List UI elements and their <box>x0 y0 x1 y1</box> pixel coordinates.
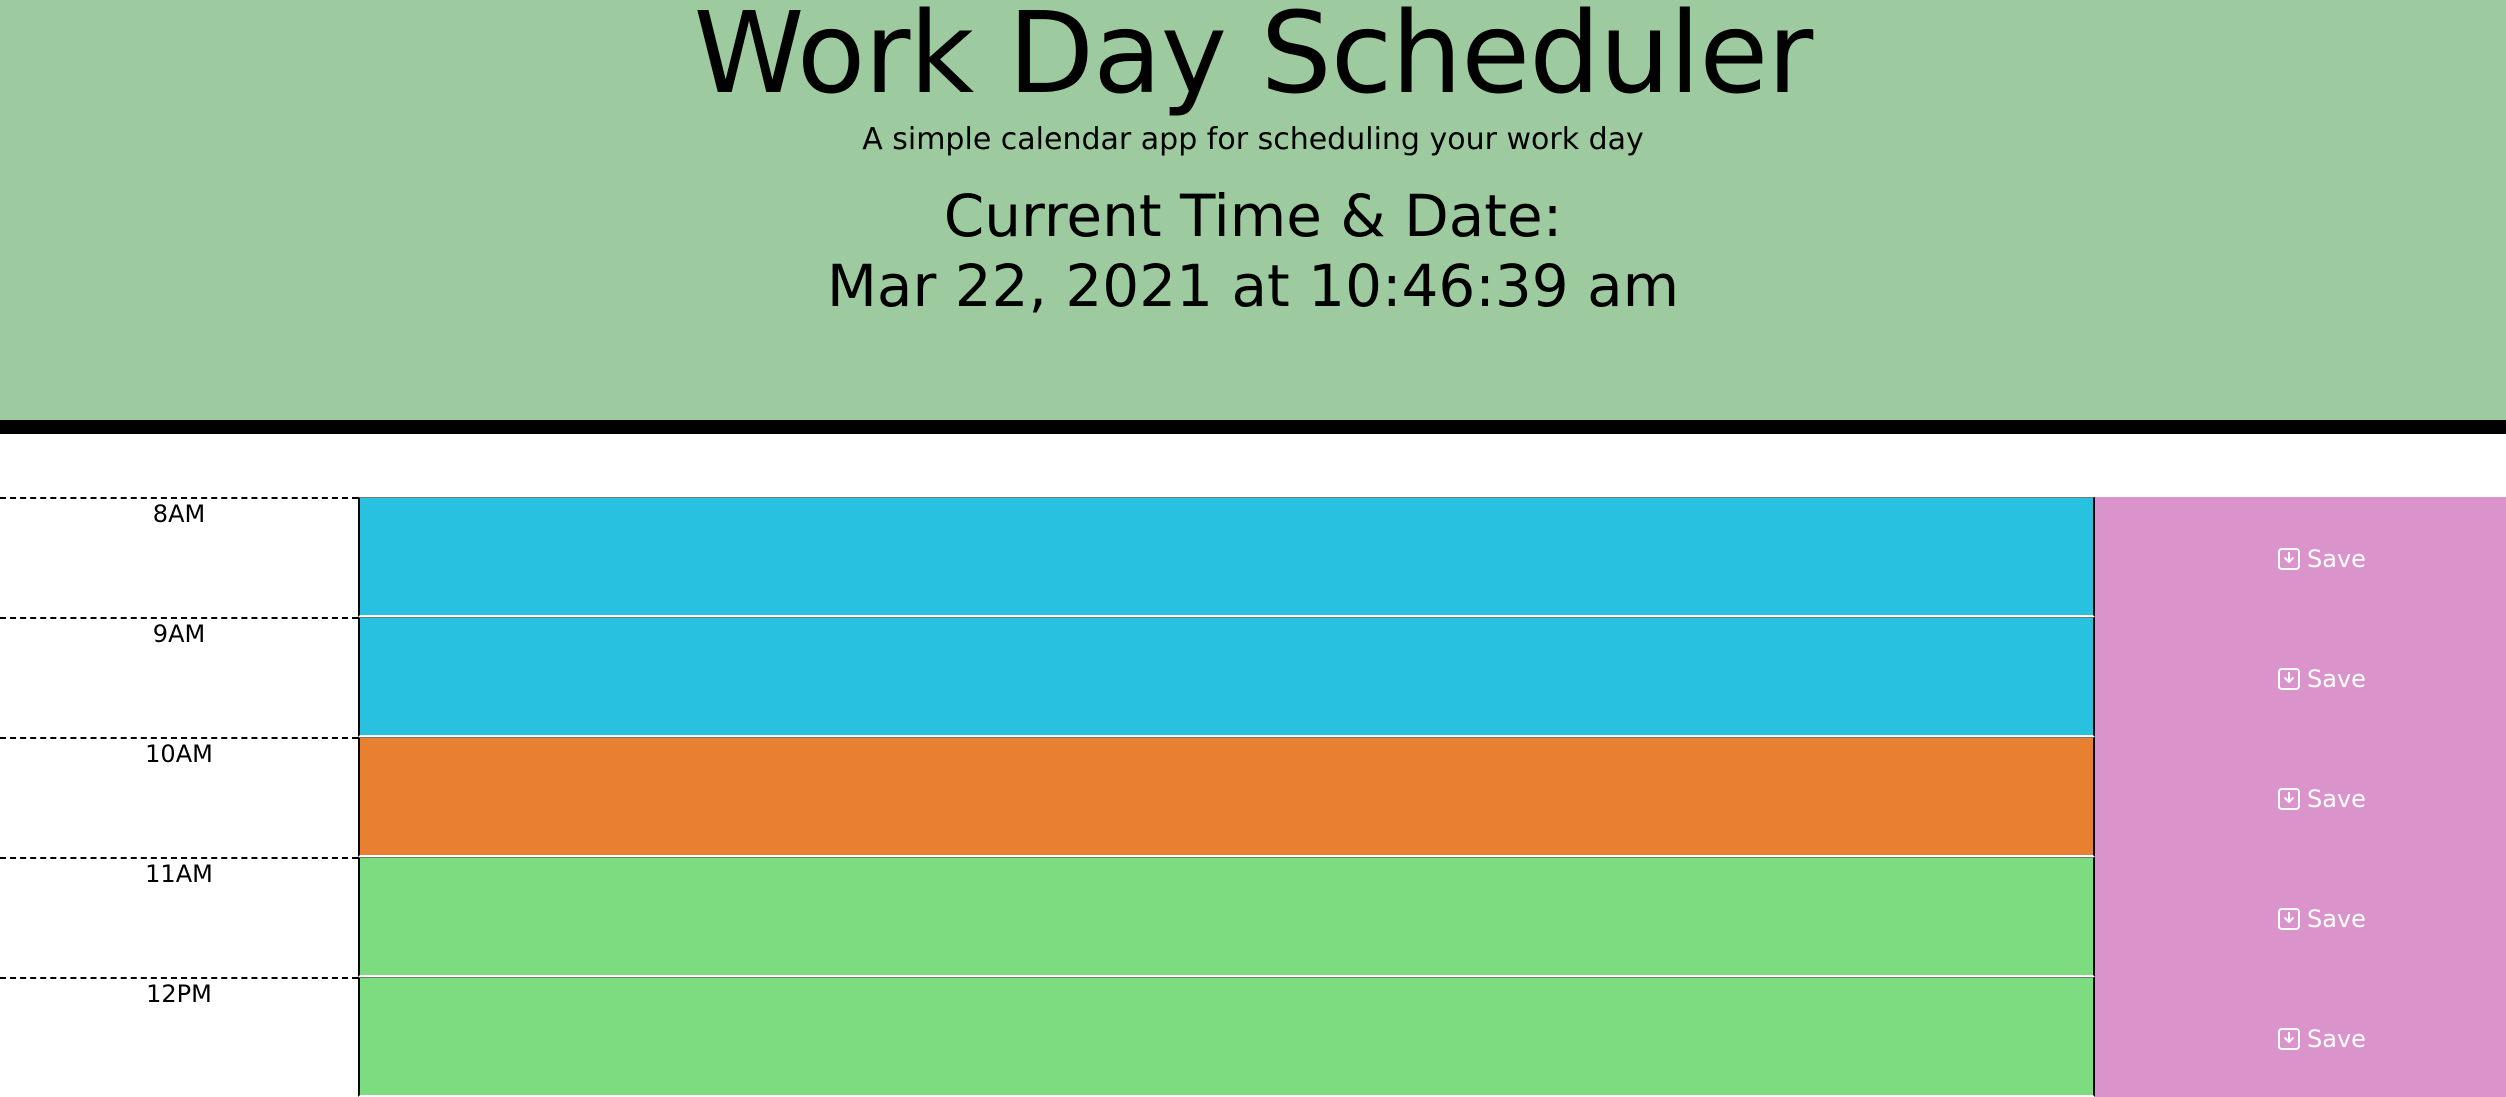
hour-label: 11AM <box>0 857 358 977</box>
hour-label: 10AM <box>0 737 358 857</box>
save-label: Save <box>2307 1025 2366 1053</box>
event-input[interactable] <box>358 737 2095 857</box>
event-input[interactable] <box>358 497 2095 617</box>
save-button-content: Save <box>2277 1025 2366 1053</box>
page-title: Work Day Scheduler <box>693 0 1814 119</box>
event-input[interactable] <box>358 977 2095 1097</box>
current-time-label: Current Time & Date: <box>943 182 1563 250</box>
time-block-row: 8AM Save <box>0 497 2506 617</box>
save-icon <box>2278 548 2301 570</box>
save-button-content: Save <box>2277 785 2366 813</box>
save-button-content: Save <box>2277 665 2366 693</box>
schedule: 8AM Save 9AM Save 10AM Save 11AM Save 12… <box>0 497 2506 1097</box>
save-button[interactable]: Save <box>2095 977 2506 1097</box>
time-block-row: 12PM Save <box>0 977 2506 1097</box>
time-block-row: 9AM Save <box>0 617 2506 737</box>
save-label: Save <box>2307 545 2366 573</box>
save-button[interactable]: Save <box>2095 857 2506 977</box>
save-icon <box>2278 1028 2301 1050</box>
save-button[interactable]: Save <box>2095 737 2506 857</box>
current-time-value: Mar 22, 2021 at 10:46:39 am <box>826 252 1680 320</box>
save-icon <box>2278 908 2301 930</box>
page-subtitle: A simple calendar app for scheduling you… <box>862 122 1644 157</box>
save-button[interactable]: Save <box>2095 497 2506 617</box>
event-input[interactable] <box>358 617 2095 737</box>
time-block-row: 10AM Save <box>0 737 2506 857</box>
page-header: Work Day Scheduler A simple calendar app… <box>0 0 2506 434</box>
save-button[interactable]: Save <box>2095 617 2506 737</box>
event-input[interactable] <box>358 857 2095 977</box>
save-icon <box>2278 788 2301 810</box>
save-icon <box>2278 668 2301 690</box>
hour-label: 8AM <box>0 497 358 617</box>
save-label: Save <box>2307 785 2366 813</box>
save-button-content: Save <box>2277 545 2366 573</box>
time-block-row: 11AM Save <box>0 857 2506 977</box>
save-label: Save <box>2307 905 2366 933</box>
hour-label: 12PM <box>0 977 358 1097</box>
hour-label: 9AM <box>0 617 358 737</box>
save-button-content: Save <box>2277 905 2366 933</box>
save-label: Save <box>2307 665 2366 693</box>
